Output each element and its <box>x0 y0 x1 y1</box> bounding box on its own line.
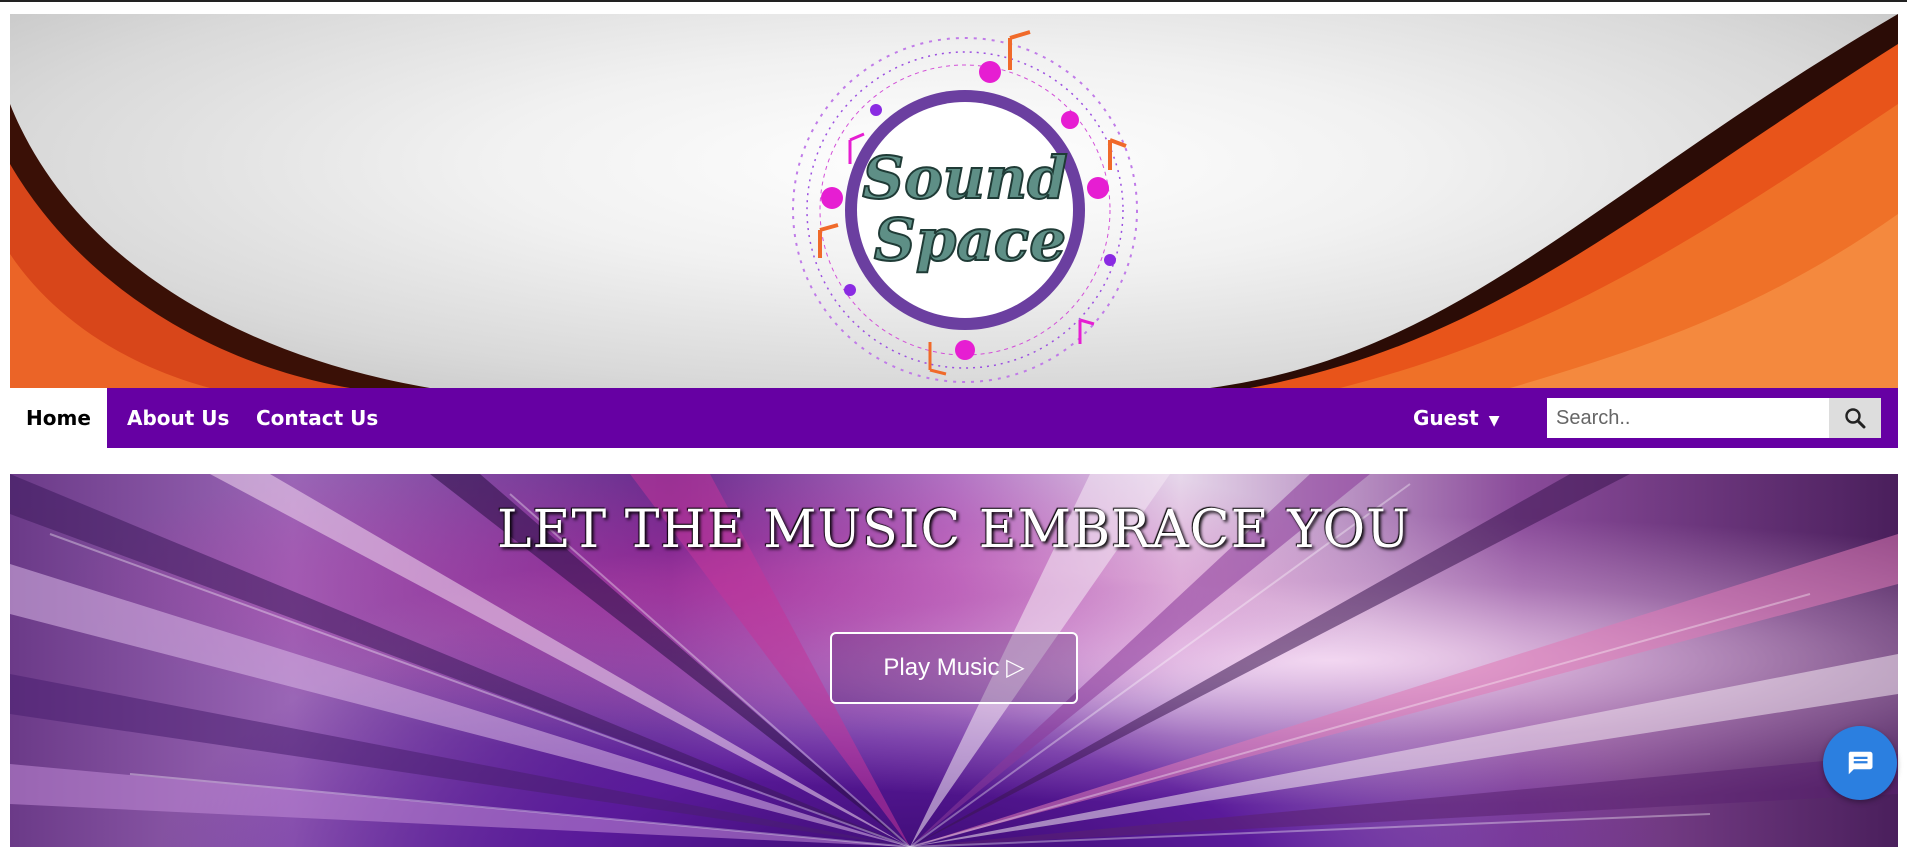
search-box <box>1547 398 1881 438</box>
nav-home[interactable]: Home <box>10 388 107 448</box>
logo-text-line1: Sound <box>862 144 1067 212</box>
chat-widget-button[interactable] <box>1823 726 1897 800</box>
search-input[interactable] <box>1547 398 1829 438</box>
search-button[interactable] <box>1829 398 1881 438</box>
user-menu-toggle[interactable]: Guest ▼ <box>1413 388 1499 448</box>
chat-icon <box>1848 751 1873 775</box>
hero-title: LET THE MUSIC EMBRACE YOU <box>497 500 1411 560</box>
main-nav: Home About Us Contact Us Guest ▼ <box>10 388 1898 448</box>
site-logo[interactable]: Sound Space <box>780 20 1150 388</box>
top-border <box>0 0 1907 2</box>
search-icon <box>1845 408 1866 429</box>
logo-text-line2: Space <box>874 206 1066 274</box>
play-music-button[interactable]: Play Music ▷ <box>830 632 1078 704</box>
hero-section: LET THE MUSIC EMBRACE YOU Play Music ▷ <box>10 474 1898 847</box>
nav-contact-us[interactable]: Contact Us <box>256 388 378 448</box>
header-banner: Sound Space <box>10 14 1898 388</box>
user-menu-label: Guest <box>1413 406 1479 430</box>
nav-about-us[interactable]: About Us <box>127 388 229 448</box>
caret-down-icon: ▼ <box>1488 413 1500 429</box>
